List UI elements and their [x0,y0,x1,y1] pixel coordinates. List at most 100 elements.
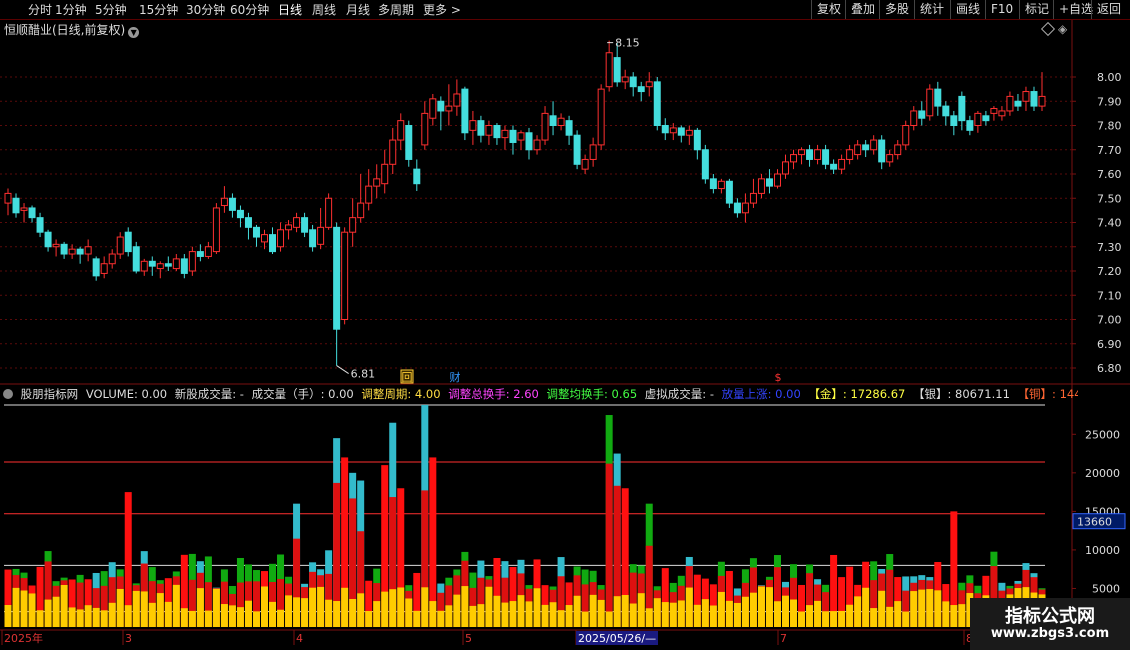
candle-body [637,86,645,93]
volume-bar-base [469,605,477,627]
volume-bar-base [621,594,629,627]
volume-bar-base [252,611,260,627]
volume-bar-base [533,588,541,627]
volume-bar-base [557,610,565,627]
volume-bar-base [878,590,886,627]
volume-bar-base [902,611,910,627]
candle-body [757,178,765,194]
candle-body [573,134,581,165]
candle-body [669,127,677,134]
candle-body [958,95,966,122]
candle-body [461,88,469,134]
volume-bar-base [477,604,485,627]
volume-bar-base [509,601,517,627]
price-axis-label: 7.30 [1097,241,1122,254]
low-pointer [336,365,349,374]
candle-body [429,98,437,119]
candle-body [1006,95,1014,112]
candle-body [317,226,325,245]
volume-bar-base [950,605,958,627]
volume-bar-base [293,597,301,627]
candle-body [357,202,365,219]
volume-bar-base [413,610,421,627]
candle-body [92,258,100,277]
volume-bar-base [741,596,749,627]
price-axis-label: 7.50 [1097,192,1122,205]
volume-bar-base [36,610,44,627]
volume-bar-base [92,607,100,627]
candle-body [661,125,669,134]
candle-body [830,163,838,170]
candle-body [285,224,293,231]
volume-bar-base [709,605,717,627]
volume-bar-base [525,601,533,627]
volume-bar-base [717,591,725,627]
candle-body [413,168,421,185]
candle-body [541,112,549,141]
candle-body [685,129,693,136]
price-axis-label: 8.00 [1097,71,1122,84]
price-axis-label: 7.60 [1097,168,1122,181]
candle-body [52,243,60,248]
volume-bar-base [693,604,701,627]
event-marker: 回 [402,371,413,384]
volume-bar-base [661,602,669,627]
volume-bar-base [573,595,581,627]
volume-bar-base [613,596,621,627]
candle-body [212,207,220,253]
candle-body [204,246,212,257]
candle-body [629,76,637,88]
volume-bar-base [725,600,733,627]
volume-bar-base [373,601,381,627]
volume-bar-base [301,598,309,627]
candle-body [926,88,934,117]
volume-bar-base [926,589,934,627]
candle-body [621,76,629,83]
volume-bar-base [814,600,822,627]
volume-bar-base [701,599,709,627]
candle-body [717,180,725,190]
indicator-settings-icon[interactable] [3,389,13,399]
volume-bar-base [196,588,204,627]
date-axis-label: 5 [465,632,472,645]
volume-axis-label: 10000 [1085,544,1120,557]
candle-body [252,226,260,238]
candle-body [846,149,854,160]
indicator-header: 股朋指标网 VOLUME: 0.00 新股成交量: - 成交量（手）: 0.00… [0,386,1078,402]
volume-bar-base [220,604,228,627]
volume-bar-base [100,610,108,627]
volume-bar-base [757,586,765,627]
volume-bar-base [846,604,854,627]
candle-body [389,139,397,165]
price-axis-label: 7.00 [1097,314,1122,327]
candle-body [709,178,717,190]
candle-body [565,120,573,136]
volume-bar-base [461,586,469,627]
candle-body [397,120,405,141]
candle-body [28,207,36,219]
volume-bar-base [565,605,573,627]
candle-body [477,120,485,136]
volume-bar-base [341,587,349,627]
gold-value: 【金】: 17286.67 [808,387,906,401]
candle-body [36,217,44,233]
candle-body [525,132,533,151]
candle-body [12,197,20,214]
volume-bar-base [357,593,365,627]
volume-bar-base [325,599,333,627]
candle-body [854,144,862,156]
candle-body [733,202,741,214]
candle-body [990,108,998,114]
candle-body [220,197,228,207]
candle-body [140,260,148,272]
price-axis-label: 7.70 [1097,144,1122,157]
candle-body [517,132,525,141]
volume-bar-base [830,611,838,627]
candle-body [878,139,886,163]
volume-bar-base [637,593,645,627]
volume-bar-base [493,595,501,627]
volume-bar-base [597,599,605,627]
volume-bar-base [269,601,277,627]
volume-bar-base [798,611,806,627]
volume-bar-base [549,602,557,627]
